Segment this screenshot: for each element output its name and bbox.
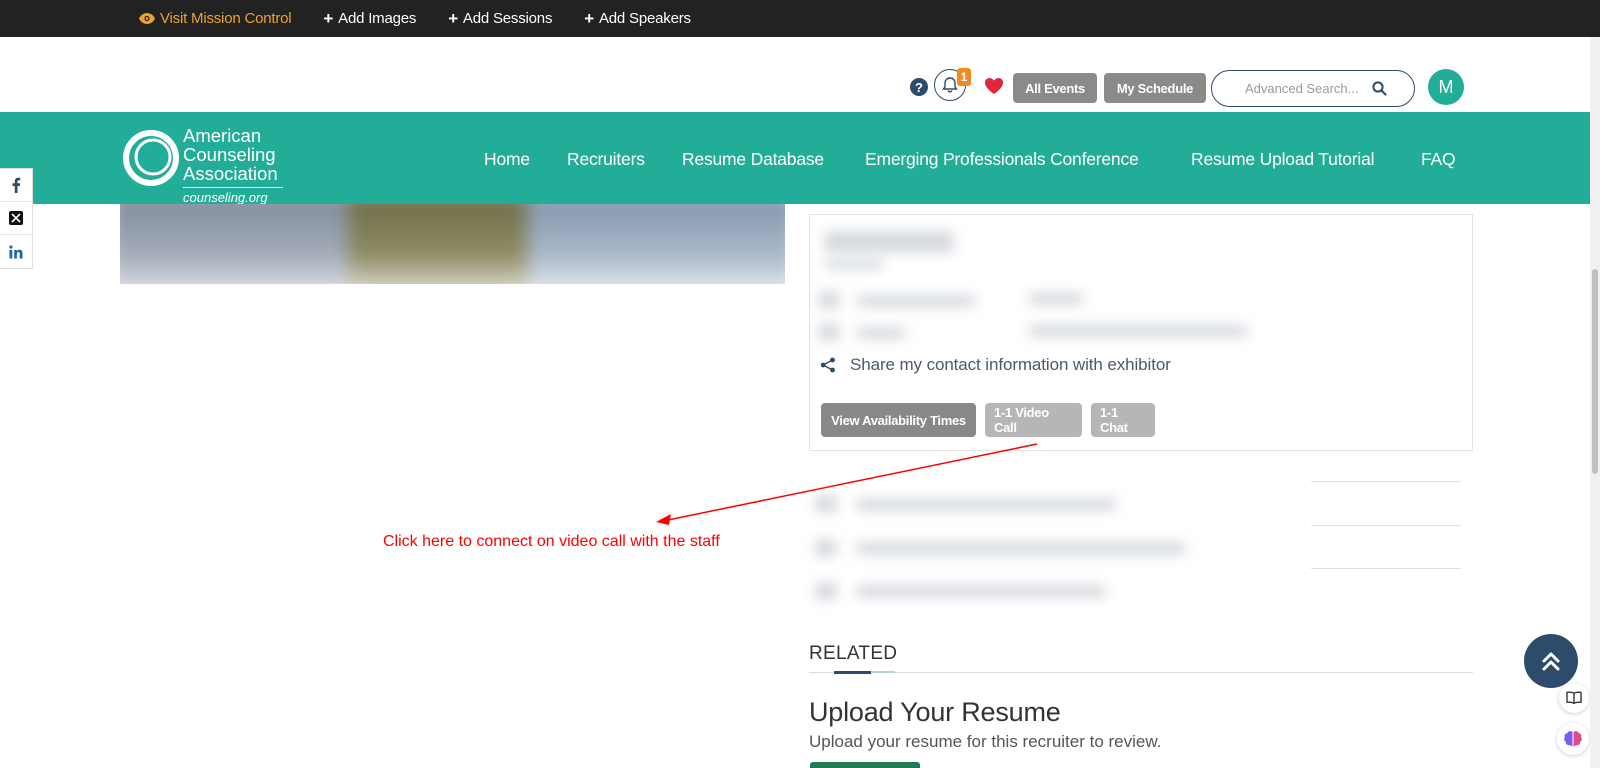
view-availability-button[interactable]: View Availability Times	[821, 403, 976, 437]
exhibitor-photo-blur	[120, 204, 785, 284]
eye-icon	[139, 13, 155, 24]
brain-icon	[1564, 731, 1582, 747]
logo-line-2: Counseling	[183, 144, 276, 165]
blurred-label	[856, 327, 906, 339]
advanced-search	[1211, 70, 1415, 107]
blurred-list-item	[856, 585, 1106, 598]
annotation-label: Click here to connect on video call with…	[383, 533, 720, 550]
share-icon	[820, 357, 835, 373]
notifications-button[interactable]: 1	[934, 68, 971, 101]
upload-resume-title: Upload Your Resume	[809, 697, 1061, 727]
admin-bar: Visit Mission Control + Add Images + Add…	[0, 0, 1600, 37]
add-images-link[interactable]: + Add Images	[323, 10, 416, 27]
logo-line-1: American	[183, 125, 262, 146]
blurred-icon	[818, 291, 840, 309]
visit-mission-control-link[interactable]: Visit Mission Control	[139, 10, 292, 27]
x-share-button[interactable]	[0, 202, 32, 235]
blurred-list-item	[856, 542, 1186, 555]
related-accent-bar	[834, 671, 871, 674]
notification-badge: 1	[957, 68, 971, 86]
linkedin-share-button[interactable]	[0, 235, 32, 268]
visit-mission-control-label: Visit Mission Control	[160, 10, 292, 27]
utility-bar: ? 1 All Events My Schedule M	[0, 67, 1600, 107]
divider	[1311, 481, 1461, 482]
plus-icon: +	[323, 9, 334, 28]
contact-card: Share my contact information with exhibi…	[809, 214, 1473, 451]
nav-faq[interactable]: FAQ	[1421, 149, 1456, 170]
related-heading: RELATED	[809, 643, 898, 664]
contact-actions: View Availability Times 1-1 Video Call 1…	[821, 403, 1155, 437]
search-icon[interactable]	[1372, 81, 1387, 96]
help-icon[interactable]: ?	[910, 78, 928, 96]
blurred-value	[1028, 325, 1248, 337]
reader-button[interactable]	[1559, 683, 1589, 713]
upload-resume-description: Upload your resume for this recruiter to…	[809, 732, 1162, 751]
add-sessions-link[interactable]: + Add Sessions	[448, 10, 552, 27]
blurred-value	[1028, 293, 1084, 305]
logo-line-3: Association	[183, 163, 278, 184]
ai-assistant-button[interactable]	[1557, 723, 1589, 755]
upload-resume-button[interactable]	[810, 762, 920, 768]
related-accent-bar-secondary	[871, 671, 895, 673]
blurred-label	[856, 295, 976, 307]
aca-logo-ring-icon	[123, 130, 179, 186]
related-divider	[809, 672, 1473, 673]
double-chevron-up-icon	[1542, 652, 1560, 671]
scroll-to-top-button[interactable]	[1524, 634, 1578, 688]
blurred-title	[824, 259, 884, 269]
blurred-list-item	[856, 498, 1116, 511]
heart-icon[interactable]	[984, 77, 1004, 95]
user-avatar[interactable]: M	[1428, 69, 1464, 105]
aca-logo[interactable]: American Counseling Association counseli…	[120, 119, 285, 205]
page: Visit Mission Control + Add Images + Add…	[0, 0, 1600, 768]
linkedin-icon	[9, 244, 23, 258]
share-contact-label: Share my contact information with exhibi…	[850, 355, 1171, 374]
blurred-list-icon	[815, 582, 837, 600]
plus-icon: +	[448, 9, 458, 28]
exhibitor-photo	[120, 204, 785, 284]
nav-recruiters[interactable]: Recruiters	[567, 149, 645, 170]
blurred-list-icon	[815, 495, 837, 513]
chat-button[interactable]: 1-1 Chat	[1091, 403, 1155, 437]
plus-icon: +	[584, 9, 594, 28]
blurred-list-icon	[815, 539, 837, 557]
x-icon	[9, 211, 23, 225]
facebook-icon	[12, 177, 21, 193]
add-sessions-label: Add Sessions	[462, 10, 553, 27]
book-icon	[1566, 691, 1582, 705]
nav-home[interactable]: Home	[484, 149, 530, 170]
blurred-icon	[818, 323, 840, 341]
logo-url: counseling.org	[183, 187, 283, 205]
nav-emerging-professionals-conference[interactable]: Emerging Professionals Conference	[865, 149, 1139, 170]
my-schedule-button[interactable]: My Schedule	[1104, 73, 1206, 103]
page-scrollbar[interactable]	[1590, 37, 1600, 768]
video-call-button[interactable]: 1-1 Video Call	[985, 403, 1082, 437]
nav-resume-upload-tutorial[interactable]: Resume Upload Tutorial	[1191, 149, 1375, 170]
scrollbar-thumb[interactable]	[1592, 269, 1598, 474]
aca-logo-wordmark: American Counseling Association	[183, 126, 278, 183]
facebook-share-button[interactable]	[0, 169, 32, 202]
advanced-search-input[interactable]	[1245, 81, 1361, 96]
site-header: American Counseling Association counseli…	[0, 112, 1600, 205]
share-contact-row[interactable]: Share my contact information with exhibi…	[820, 355, 1171, 375]
add-speakers-link[interactable]: + Add Speakers	[584, 10, 691, 27]
divider	[1311, 568, 1461, 569]
social-share-bar	[0, 168, 33, 269]
nav-resume-database[interactable]: Resume Database	[682, 149, 824, 170]
all-events-button[interactable]: All Events	[1013, 73, 1097, 103]
blurred-name	[824, 231, 954, 253]
add-speakers-label: Add Speakers	[598, 10, 691, 27]
add-images-label: Add Images	[338, 10, 417, 27]
divider	[1311, 525, 1461, 526]
